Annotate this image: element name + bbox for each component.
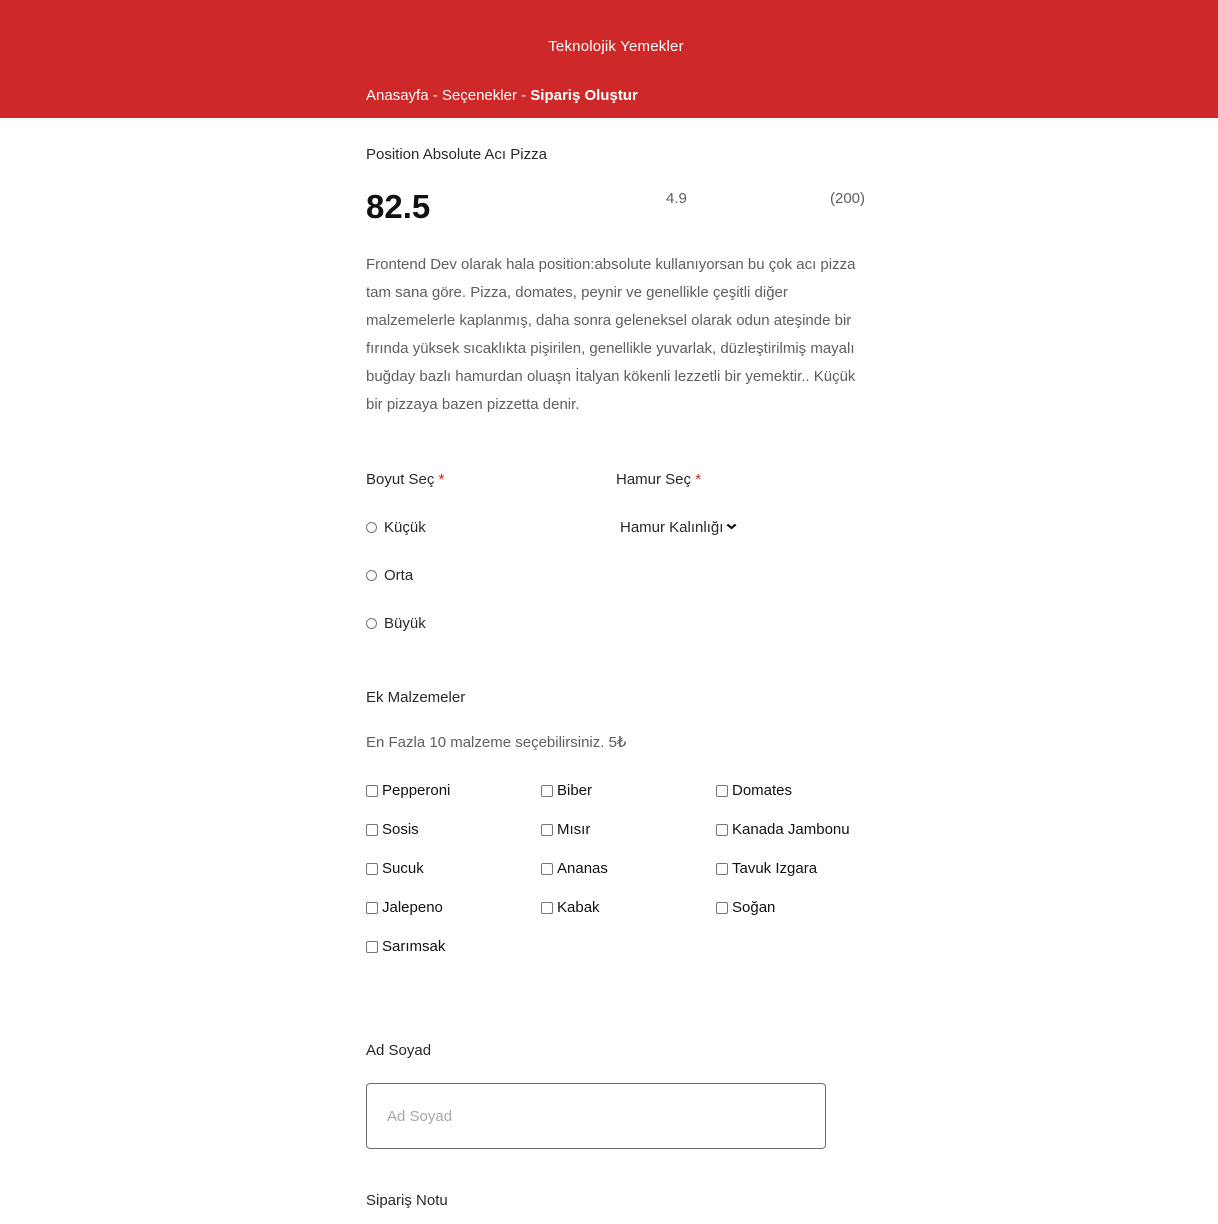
topping-checkbox[interactable] xyxy=(366,823,378,836)
dough-select[interactable]: Hamur Kalınlığı xyxy=(620,519,737,536)
size-radio-medium[interactable] xyxy=(366,570,377,581)
topping-misir[interactable]: Mısır xyxy=(541,821,590,838)
dough-label-text: Hamur Seç xyxy=(616,471,692,488)
product-price: 82.5 xyxy=(366,188,431,225)
topping-label: Ananas xyxy=(557,860,608,877)
topping-checkbox[interactable] xyxy=(366,862,378,875)
topping-checkbox[interactable] xyxy=(716,784,728,797)
topping-sosis[interactable]: Sosis xyxy=(366,821,419,838)
topping-jalepeno[interactable]: Jalepeno xyxy=(366,899,443,916)
topping-sarimsak[interactable]: Sarımsak xyxy=(366,938,445,955)
size-option-label: Küçük xyxy=(384,519,426,536)
topping-label: Kanada Jambonu xyxy=(732,821,850,838)
topping-label: Sosis xyxy=(382,821,419,838)
product-rating: 4.9 xyxy=(666,190,687,207)
product-description: Frontend Dev olarak hala position:absolu… xyxy=(366,256,856,413)
topping-label: Kabak xyxy=(557,899,600,916)
name-input[interactable]: Ad Soyad xyxy=(366,1083,826,1149)
topping-label: Mısır xyxy=(557,821,591,838)
dough-label: Hamur Seç * xyxy=(616,471,701,488)
product-review-count: (200) xyxy=(830,190,866,207)
size-option-small[interactable]: Küçük xyxy=(366,519,426,536)
topping-checkbox[interactable] xyxy=(541,784,553,797)
size-option-label: Orta xyxy=(384,567,414,584)
topping-checkbox[interactable] xyxy=(716,901,728,914)
breadcrumb-home-link[interactable]: Anasayfa xyxy=(366,87,429,104)
topping-kanada-jambonu[interactable]: Kanada Jambonu xyxy=(716,821,850,838)
topping-kabak[interactable]: Kabak xyxy=(541,899,600,916)
topping-label: Soğan xyxy=(732,899,776,916)
name-field-label: Ad Soyad xyxy=(366,1042,432,1059)
extras-title: Ek Malzemeler xyxy=(366,689,466,706)
topping-sogan[interactable]: Soğan xyxy=(716,899,775,916)
size-option-label: Büyük xyxy=(384,615,426,632)
breadcrumb-separator: - xyxy=(428,87,442,104)
topping-checkbox[interactable] xyxy=(366,940,378,953)
size-option-medium[interactable]: Orta xyxy=(366,567,413,584)
topping-checkbox[interactable] xyxy=(716,823,728,836)
breadcrumb-separator: - xyxy=(516,87,531,104)
topping-label: Sucuk xyxy=(382,860,424,877)
topping-label: Pepperoni xyxy=(382,782,451,799)
size-label-text: Boyut Seç xyxy=(366,471,435,488)
topping-biber[interactable]: Biber xyxy=(541,782,592,799)
size-radio-small[interactable] xyxy=(366,522,377,533)
size-label: Boyut Seç * xyxy=(366,471,444,488)
topping-label: Sarımsak xyxy=(382,938,446,955)
topping-checkbox[interactable] xyxy=(541,901,553,914)
topping-label: Tavuk Izgara xyxy=(732,860,818,877)
size-option-large[interactable]: Büyük xyxy=(366,615,426,632)
topping-domates[interactable]: Domates xyxy=(716,782,792,799)
order-note-label: Sipariş Notu xyxy=(366,1192,448,1209)
topping-pepperoni[interactable]: Pepperoni xyxy=(366,782,450,799)
topping-checkbox[interactable] xyxy=(366,784,378,797)
breadcrumb-options-link[interactable]: Seçenekler xyxy=(442,87,517,104)
chevron-down-icon xyxy=(726,522,737,533)
topping-checkbox[interactable] xyxy=(541,823,553,836)
page-header: Teknolojik Yemekler Anasayfa - Seçenekle… xyxy=(0,0,1218,118)
name-input-placeholder: Ad Soyad xyxy=(387,1107,453,1125)
product-name: Position Absolute Acı Pizza xyxy=(366,146,547,163)
topping-label: Domates xyxy=(732,782,793,799)
brand-title: Teknolojik Yemekler xyxy=(548,38,684,55)
topping-label: Biber xyxy=(557,782,593,799)
required-mark: * xyxy=(438,471,445,488)
topping-checkbox[interactable] xyxy=(541,862,553,875)
topping-label: Jalepeno xyxy=(382,899,443,916)
size-radio-large[interactable] xyxy=(366,618,377,629)
topping-ananas[interactable]: Ananas xyxy=(541,860,608,877)
extras-subtitle: En Fazla 10 malzeme seçebilirsiniz. 5₺ xyxy=(366,734,627,751)
breadcrumb: Anasayfa - Seçenekler - Sipariş Oluştur xyxy=(366,87,638,104)
topping-tavuk-izgara[interactable]: Tavuk Izgara xyxy=(716,860,817,877)
topping-checkbox[interactable] xyxy=(716,862,728,875)
required-mark: * xyxy=(695,471,702,488)
dough-select-value: Hamur Kalınlığı xyxy=(620,519,724,536)
topping-sucuk[interactable]: Sucuk xyxy=(366,860,424,877)
topping-checkbox[interactable] xyxy=(366,901,378,914)
breadcrumb-current: Sipariş Oluştur xyxy=(530,87,638,104)
